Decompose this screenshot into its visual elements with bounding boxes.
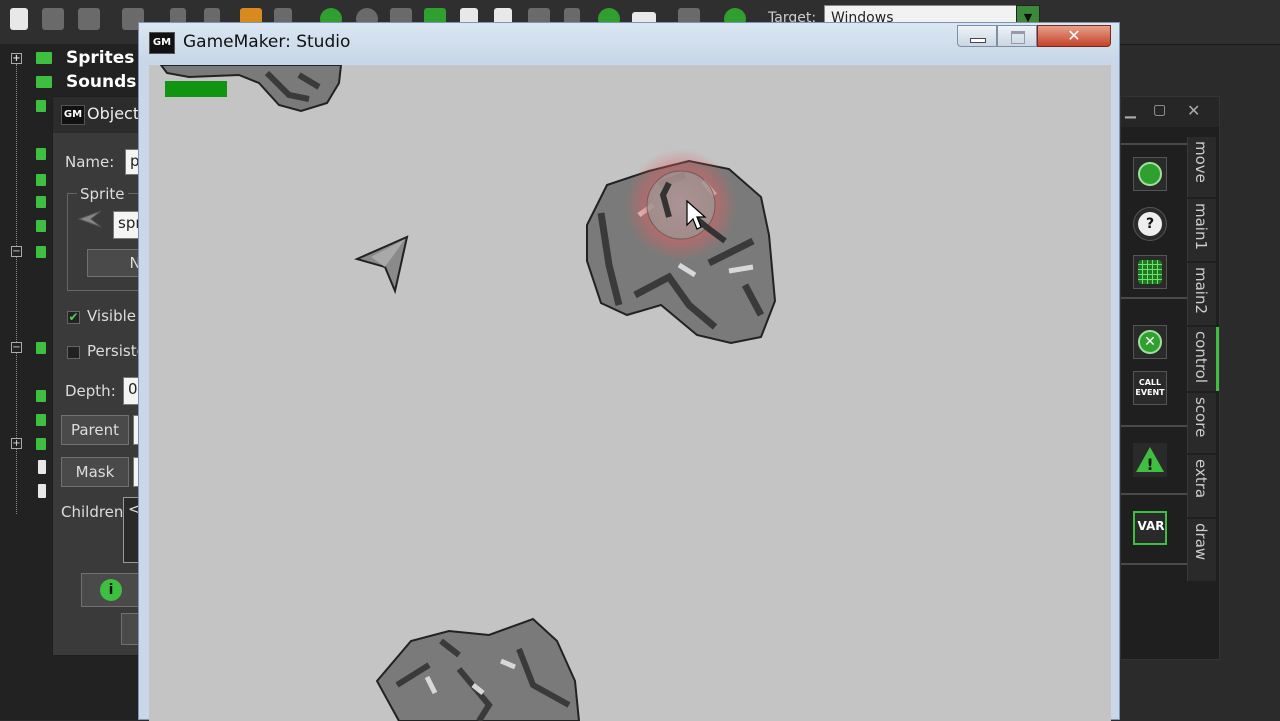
check-expression-action[interactable]	[1133, 157, 1167, 191]
collapse-icon[interactable]: −	[11, 246, 22, 257]
folder-icon	[36, 220, 46, 232]
folder-icon	[36, 342, 46, 354]
folder-icon	[36, 414, 46, 426]
maximize-icon[interactable]: ▢	[1153, 102, 1166, 118]
tab-label: main1	[1192, 203, 1210, 251]
execute-code-action[interactable]: !	[1133, 443, 1167, 477]
game-canvas[interactable]	[149, 65, 1111, 721]
tab-main2[interactable]: main2	[1187, 263, 1216, 325]
persistent-label: Persiste	[87, 342, 146, 360]
close-button[interactable]: ✕	[1037, 25, 1111, 47]
minimize-button[interactable]	[957, 25, 997, 47]
check-grid-action[interactable]	[1133, 255, 1167, 289]
tab-move[interactable]: move	[1187, 137, 1216, 197]
ship-sprite-icon	[77, 209, 103, 229]
expand-icon[interactable]: +	[11, 438, 22, 449]
maximize-icon	[1011, 31, 1025, 44]
game-window-title: GameMaker: Studio	[183, 32, 351, 52]
tree-item-label: Sounds	[66, 72, 137, 92]
tab-score[interactable]: score	[1187, 393, 1216, 453]
tab-label: move	[1192, 141, 1210, 183]
warning-icon: !	[1136, 447, 1164, 474]
sprite-group-label: Sprite	[77, 185, 128, 203]
close-icon[interactable]: ✕	[1187, 101, 1200, 120]
expand-icon[interactable]: +	[11, 53, 22, 64]
var-label: VAR	[1137, 519, 1165, 533]
children-label: Children:	[61, 503, 129, 521]
player-ship	[354, 235, 409, 295]
folder-icon	[36, 196, 46, 208]
gamemaker-logo-icon: GM	[61, 105, 85, 125]
exit-event-action[interactable]: ✕	[1133, 325, 1167, 359]
parent-button[interactable]: Parent	[61, 415, 129, 445]
object-icon[interactable]	[38, 460, 46, 474]
object-dialog-title: Object	[87, 104, 140, 123]
tab-label: control	[1192, 331, 1210, 383]
variable-action[interactable]: VAR	[1133, 511, 1167, 545]
visible-label: Visible	[87, 307, 136, 325]
action-library-panel: ▁ ▢ ✕ move main1 main2 control score ext…	[1120, 96, 1220, 660]
open-project-icon[interactable]	[42, 8, 64, 30]
folder-icon	[36, 246, 46, 258]
minimize-icon	[970, 38, 986, 43]
folder-icon	[36, 148, 46, 160]
game-window: GM GameMaker: Studio ✕	[138, 22, 1120, 721]
object-icon[interactable]	[38, 484, 46, 498]
collapse-icon[interactable]: −	[11, 342, 22, 353]
folder-icon	[36, 438, 46, 450]
green-circle-icon	[1138, 162, 1162, 186]
tab-main1[interactable]: main1	[1187, 199, 1216, 261]
folder-icon	[36, 174, 46, 186]
tab-extra[interactable]: extra	[1187, 455, 1216, 517]
exit-icon: ✕	[1138, 330, 1162, 354]
save-project-icon[interactable]	[78, 8, 100, 30]
visible-checkbox[interactable]: ✔	[67, 311, 80, 324]
asteroid-bottom	[375, 617, 581, 721]
name-label: Name:	[65, 153, 115, 171]
folder-icon	[36, 390, 46, 402]
grid-icon	[1138, 260, 1162, 284]
tab-label: main2	[1192, 267, 1210, 315]
new-project-icon[interactable]	[10, 8, 28, 30]
asteroid-small	[159, 65, 343, 113]
tab-label: score	[1192, 397, 1210, 438]
tab-control[interactable]: control	[1187, 327, 1219, 391]
info-icon: i	[100, 579, 122, 601]
game-scene	[159, 65, 777, 721]
maximize-button[interactable]	[997, 25, 1037, 47]
depth-label: Depth:	[65, 382, 116, 400]
call-event-action[interactable]: CALL EVENT	[1133, 371, 1167, 405]
folder-icon	[36, 76, 52, 88]
gamemaker-logo-icon: GM	[149, 32, 175, 54]
check-question-action[interactable]: ?	[1133, 207, 1167, 241]
tree-item-label: Sprites	[66, 48, 135, 68]
tab-label: extra	[1192, 459, 1210, 499]
action-library-titlebar: ▁ ▢ ✕	[1121, 97, 1219, 127]
persistent-checkbox[interactable]	[67, 346, 80, 359]
call-event-label: CALL EVENT	[1135, 378, 1165, 397]
question-icon: ?	[1138, 212, 1162, 236]
svg-text:!: !	[1146, 455, 1153, 474]
folder-icon	[36, 52, 52, 64]
folder-icon	[36, 100, 46, 112]
mask-button[interactable]: Mask	[61, 457, 129, 487]
minimize-icon[interactable]: ▁	[1125, 103, 1136, 119]
tab-label: draw	[1192, 523, 1210, 561]
close-icon: ✕	[1067, 26, 1081, 45]
tab-draw[interactable]: draw	[1187, 519, 1216, 581]
